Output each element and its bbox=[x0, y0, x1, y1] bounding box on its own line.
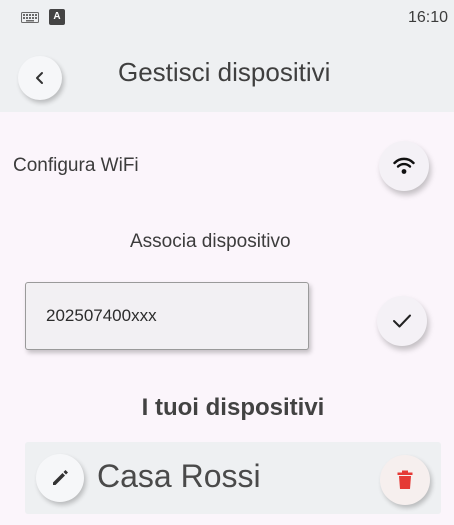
keyboard-icon bbox=[21, 12, 39, 23]
delete-device-button[interactable] bbox=[380, 455, 430, 505]
clock: 16:10 bbox=[407, 9, 448, 26]
status-bar: A 16:10 bbox=[0, 0, 454, 40]
devices-section-title: I tuoi dispositivi bbox=[141, 394, 325, 421]
a-notification-icon: A bbox=[49, 9, 65, 25]
trash-icon bbox=[397, 470, 413, 489]
page-title: Gestisci dispositivi bbox=[118, 57, 331, 87]
device-name: Casa Rossi bbox=[97, 458, 261, 494]
wifi-config-label: Configura WiFi bbox=[13, 155, 139, 176]
check-icon bbox=[393, 314, 411, 328]
associate-device-label: Associa dispositivo bbox=[130, 231, 291, 252]
back-button[interactable] bbox=[18, 56, 62, 100]
serial-number-field[interactable] bbox=[25, 282, 309, 350]
confirm-associate-button[interactable] bbox=[377, 296, 427, 346]
wifi-config-button[interactable] bbox=[379, 141, 429, 191]
wifi-icon bbox=[393, 157, 415, 174]
chevron-left-icon bbox=[36, 72, 43, 84]
edit-device-button[interactable] bbox=[36, 454, 84, 502]
pencil-icon bbox=[53, 470, 68, 485]
